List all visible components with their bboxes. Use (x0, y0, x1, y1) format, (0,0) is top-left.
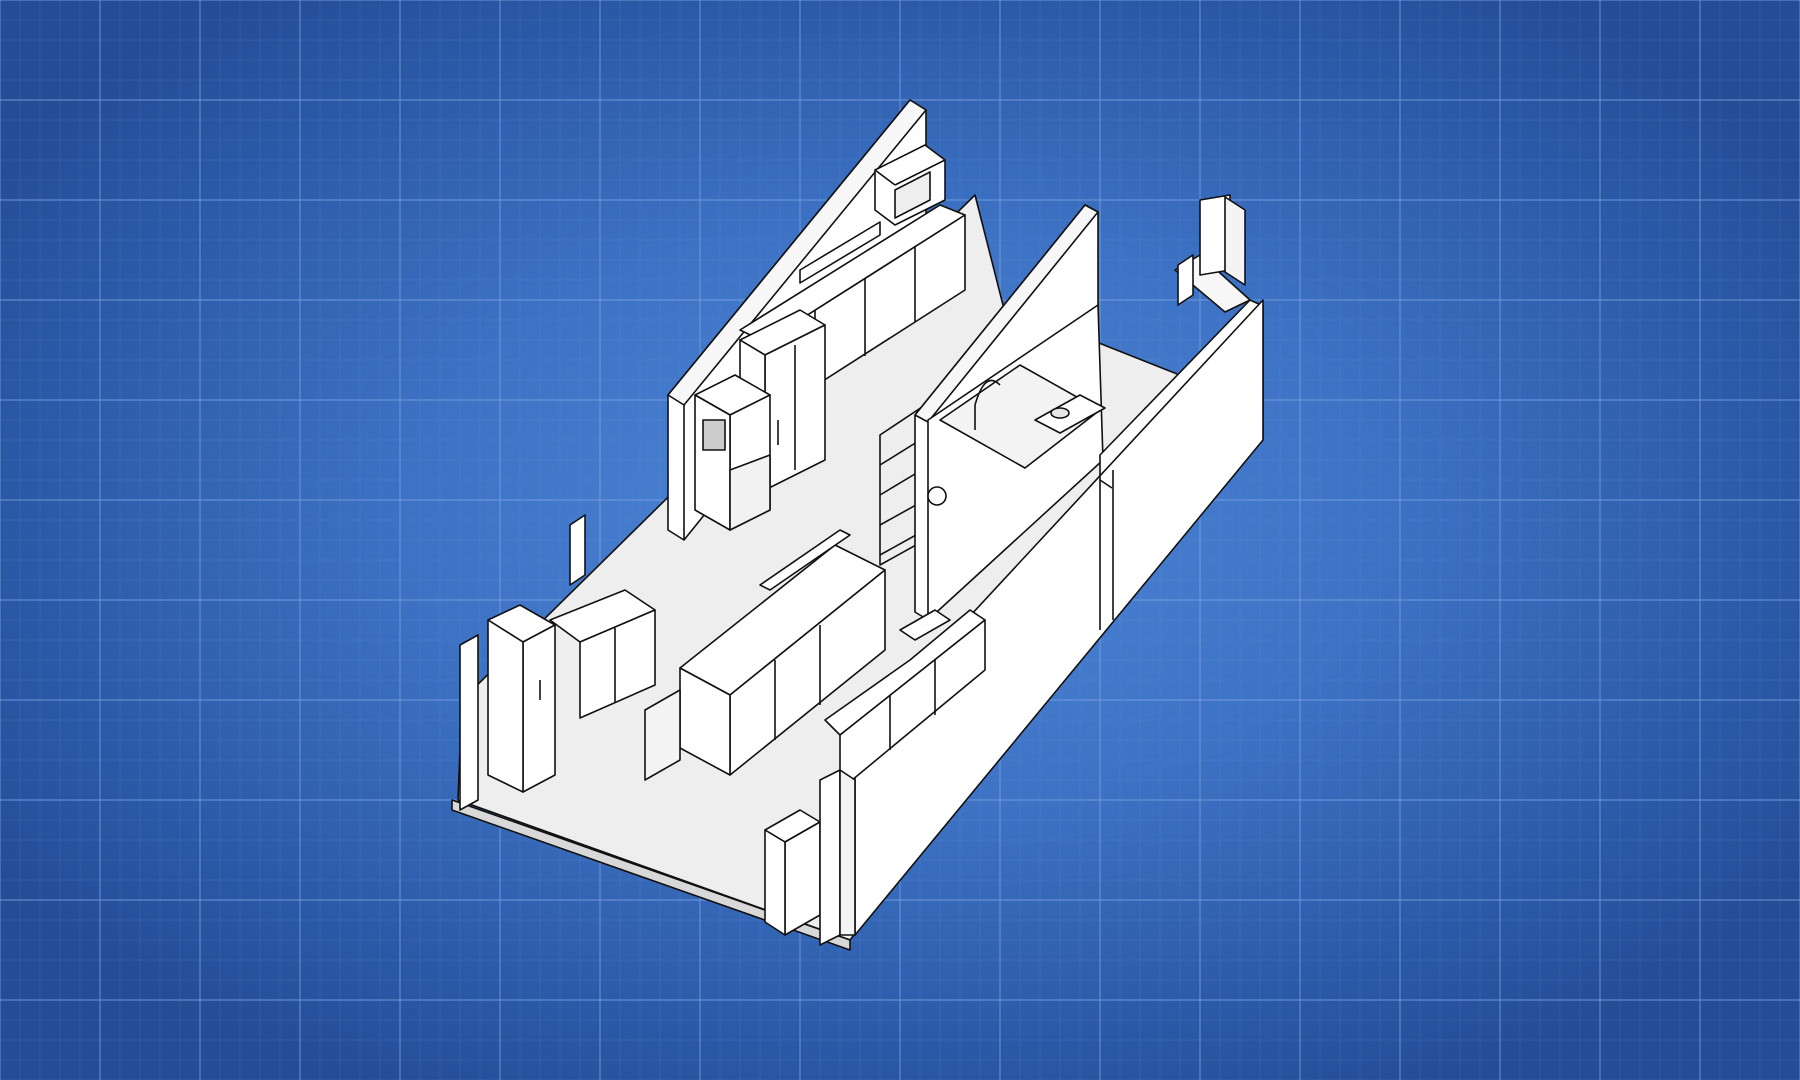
isometric-kitchen-drawing (451, 99, 1264, 951)
front-corner-post (819, 769, 841, 946)
ice-machine-icon (694, 374, 771, 531)
reach-in-refrigerator-icon (487, 604, 556, 793)
water-heater-icon (764, 809, 821, 936)
front-left-wall (459, 634, 479, 811)
blueprint-canvas (0, 0, 1800, 1080)
